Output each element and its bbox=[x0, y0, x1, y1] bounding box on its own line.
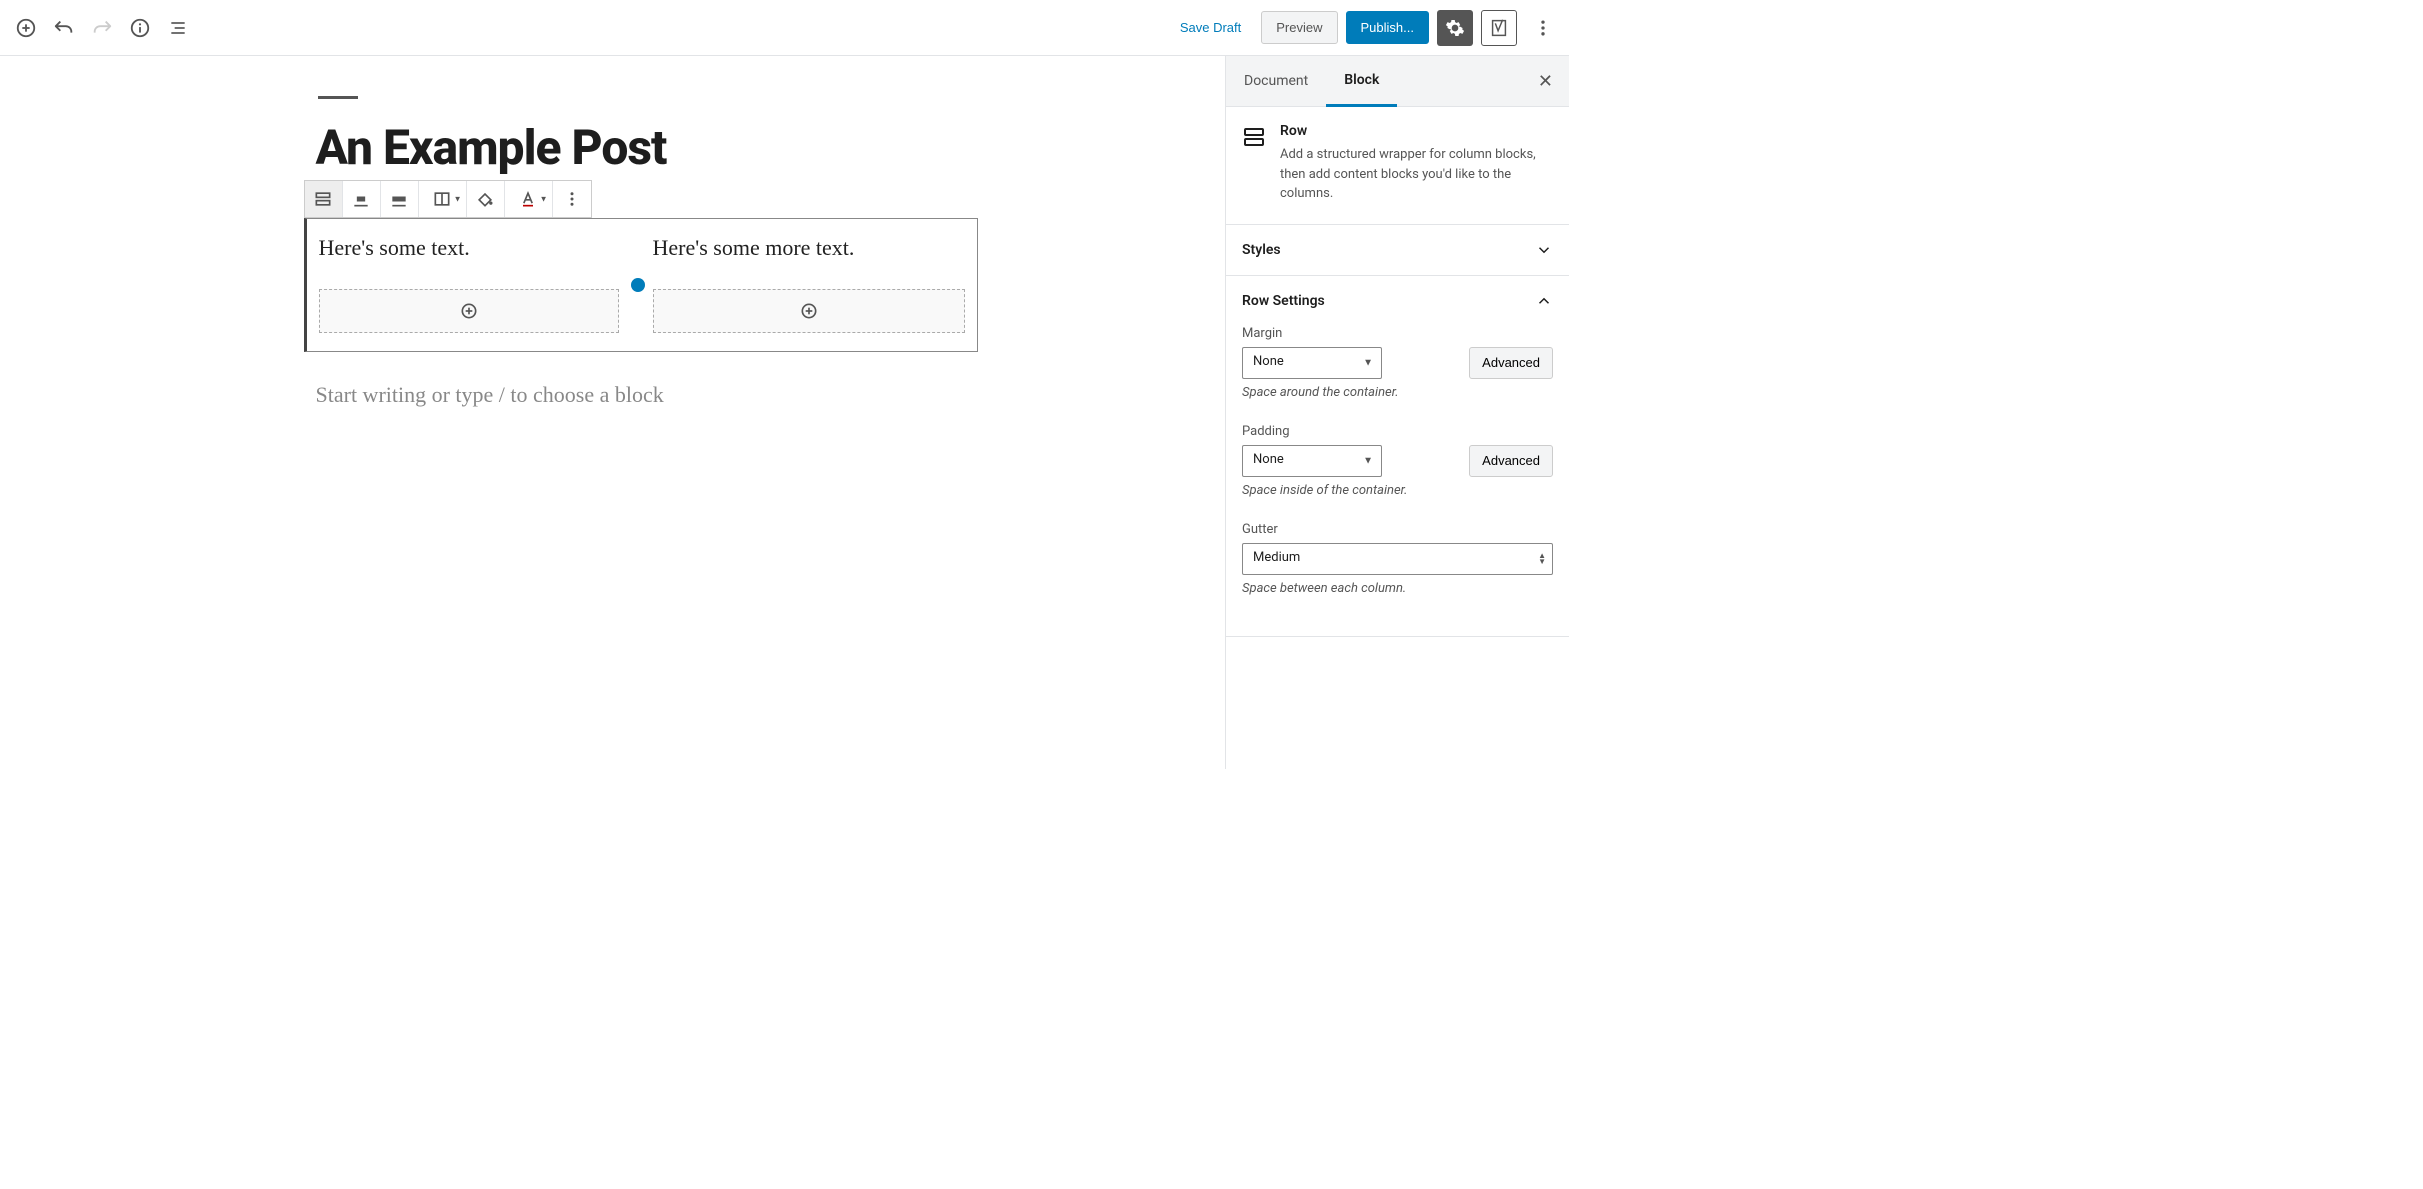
padding-label: Padding bbox=[1242, 424, 1553, 439]
settings-sidebar: Document Block ✕ Row Add a structured wr… bbox=[1225, 56, 1569, 769]
sidebar-tabs: Document Block ✕ bbox=[1226, 56, 1569, 107]
new-block-placeholder[interactable]: Start writing or type / to choose a bloc… bbox=[316, 382, 1038, 408]
settings-button[interactable] bbox=[1437, 10, 1473, 46]
panel-styles: Styles bbox=[1226, 225, 1569, 276]
redo-button[interactable] bbox=[84, 10, 120, 46]
toolbar-left bbox=[8, 10, 196, 46]
plus-circle-icon bbox=[459, 301, 479, 321]
sidebar-close-button[interactable]: ✕ bbox=[1522, 71, 1569, 92]
block-info-header: Row Add a structured wrapper for column … bbox=[1226, 107, 1569, 225]
align-center-icon bbox=[351, 189, 371, 209]
gutter-value: Medium bbox=[1253, 550, 1300, 565]
info-button[interactable] bbox=[122, 10, 158, 46]
field-margin: Margin None ▼ Advanced Space around the … bbox=[1242, 326, 1553, 400]
tab-document[interactable]: Document bbox=[1226, 57, 1326, 105]
panel-row-settings-toggle[interactable]: Row Settings bbox=[1226, 276, 1569, 326]
panel-styles-label: Styles bbox=[1242, 242, 1281, 258]
chevron-down-icon bbox=[1535, 241, 1553, 259]
toolbar-right: Save Draft Preview Publish... bbox=[1168, 10, 1561, 46]
column-2-text[interactable]: Here's some more text. bbox=[653, 235, 965, 261]
yoast-button[interactable] bbox=[1481, 10, 1517, 46]
panel-styles-toggle[interactable]: Styles bbox=[1226, 225, 1569, 275]
columns-icon bbox=[432, 189, 452, 209]
margin-advanced-button[interactable]: Advanced bbox=[1469, 347, 1553, 379]
padding-advanced-button[interactable]: Advanced bbox=[1469, 445, 1553, 477]
padding-value: None bbox=[1253, 452, 1284, 467]
text-color-icon bbox=[518, 189, 538, 209]
align-wide-button[interactable] bbox=[381, 181, 419, 217]
plus-circle-icon bbox=[799, 301, 819, 321]
caret-down-icon: ▼ bbox=[540, 195, 548, 204]
gutter-select[interactable]: Medium ▲▼ bbox=[1242, 543, 1553, 575]
editor-canvas: An Example Post ▼ bbox=[0, 56, 1225, 769]
add-block-button[interactable] bbox=[8, 10, 44, 46]
tab-block[interactable]: Block bbox=[1326, 56, 1397, 107]
padding-select[interactable]: None ▼ bbox=[1242, 445, 1382, 477]
preview-button[interactable]: Preview bbox=[1261, 11, 1337, 44]
kebab-icon bbox=[563, 190, 581, 208]
post-title[interactable]: An Example Post bbox=[316, 119, 1038, 176]
add-block-zone-2[interactable] bbox=[653, 289, 965, 333]
info-icon bbox=[129, 17, 151, 39]
panel-row-settings-label: Row Settings bbox=[1242, 293, 1325, 309]
gutter-label: Gutter bbox=[1242, 522, 1553, 537]
main-area: An Example Post ▼ bbox=[0, 56, 1569, 769]
margin-help: Space around the container. bbox=[1242, 385, 1553, 400]
text-color-button[interactable]: ▼ bbox=[505, 181, 553, 217]
save-draft-button[interactable]: Save Draft bbox=[1168, 12, 1253, 43]
gutter-help: Space between each column. bbox=[1242, 581, 1553, 596]
plus-circle-icon bbox=[15, 17, 37, 39]
close-icon: ✕ bbox=[1538, 71, 1553, 92]
align-center-button[interactable] bbox=[343, 181, 381, 217]
caret-down-icon: ▼ bbox=[454, 195, 462, 204]
field-padding: Padding None ▼ Advanced Space inside of … bbox=[1242, 424, 1553, 498]
outline-button[interactable] bbox=[160, 10, 196, 46]
yoast-icon bbox=[1488, 17, 1510, 39]
margin-label: Margin bbox=[1242, 326, 1553, 341]
row-icon bbox=[313, 189, 333, 209]
gear-icon bbox=[1445, 18, 1465, 38]
block-name: Row bbox=[1280, 123, 1553, 139]
block-type-button[interactable] bbox=[305, 181, 343, 217]
block-description: Add a structured wrapper for column bloc… bbox=[1280, 145, 1553, 204]
row-block[interactable]: Here's some text. Here's some more text. bbox=[304, 218, 978, 352]
column-1-text[interactable]: Here's some text. bbox=[319, 235, 619, 261]
column-2[interactable]: Here's some more text. bbox=[653, 235, 965, 333]
caret-down-icon: ▼ bbox=[1363, 357, 1373, 368]
undo-icon bbox=[53, 17, 75, 39]
top-toolbar: Save Draft Preview Publish... bbox=[0, 0, 1569, 56]
block-toolbar: ▼ ▼ bbox=[304, 180, 592, 218]
paint-bucket-icon bbox=[475, 189, 495, 209]
redo-icon bbox=[91, 17, 113, 39]
columns-button[interactable]: ▼ bbox=[419, 181, 467, 217]
more-menu-button[interactable] bbox=[1525, 10, 1561, 46]
margin-select[interactable]: None ▼ bbox=[1242, 347, 1382, 379]
padding-help: Space inside of the container. bbox=[1242, 483, 1553, 498]
kebab-icon bbox=[1533, 18, 1553, 38]
caret-down-icon: ▼ bbox=[1363, 455, 1373, 466]
add-block-zone-1[interactable] bbox=[319, 289, 619, 333]
margin-value: None bbox=[1253, 354, 1284, 369]
publish-button[interactable]: Publish... bbox=[1346, 11, 1429, 44]
title-decoration bbox=[318, 96, 358, 99]
updown-icon: ▲▼ bbox=[1538, 553, 1546, 565]
column-1[interactable]: Here's some text. bbox=[319, 235, 619, 333]
align-wide-icon bbox=[389, 189, 409, 209]
field-gutter: Gutter Medium ▲▼ Space between each colu… bbox=[1242, 522, 1553, 596]
block-more-button[interactable] bbox=[553, 181, 591, 217]
fill-color-button[interactable] bbox=[467, 181, 505, 217]
list-icon bbox=[168, 18, 188, 38]
panel-row-settings: Row Settings Margin None ▼ Advanced Spac… bbox=[1226, 276, 1569, 637]
chevron-up-icon bbox=[1535, 292, 1553, 310]
undo-button[interactable] bbox=[46, 10, 82, 46]
row-icon bbox=[1242, 125, 1266, 149]
column-resize-handle[interactable] bbox=[631, 278, 645, 292]
